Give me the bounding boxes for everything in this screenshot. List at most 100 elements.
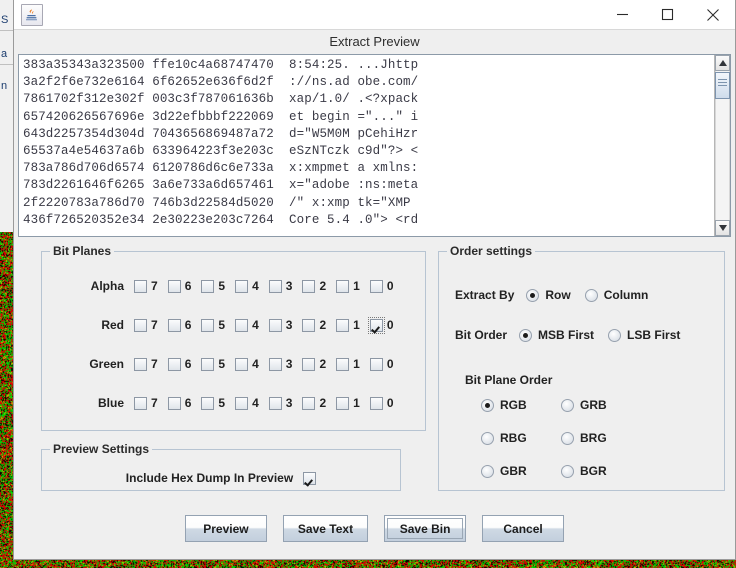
checkbox-alpha-bit-6[interactable] [167,279,181,293]
hex-dump-textarea[interactable]: 383a35343a323500 ffe10c4a68747470 8:54:2… [18,54,731,237]
radio-bit-plane-order-rgb[interactable]: RGB [481,398,561,412]
checkbox-alpha-bit-3[interactable] [268,279,282,293]
checkbox-green-bit-3[interactable] [268,357,282,371]
bit-plane-checkboxes-blue: 7 6 5 4 3 2 1 0 [134,396,394,410]
checkbox-red-bit-0[interactable] [367,316,385,334]
radio-button-bit-plane-order-bgr[interactable] [561,464,574,478]
bit-plane-channel-label-green: Green [89,357,124,371]
scrollbar-thumb[interactable] [715,72,730,99]
bit-plane-cell-green-1: 1 [336,357,360,371]
radio-label-bit-plane-order-rgb: RGB [500,398,527,412]
radio-label-bit-plane-order-brg: BRG [580,431,607,445]
checkbox-blue-bit-3[interactable] [268,396,282,410]
bit-plane-cell-alpha-0: 0 [369,279,394,293]
radio-button-bit-order-msb-first[interactable] [519,328,533,342]
checkbox-red-bit-5[interactable] [201,318,215,332]
save-text-button[interactable]: Save Text [282,515,369,542]
checkbox-green-bit-7[interactable] [134,357,147,371]
bit-number-label-alpha-6: 6 [184,279,192,293]
radio-bit-plane-order-bgr[interactable]: BGR [561,464,641,478]
bit-plane-cell-green-0: 0 [369,357,394,371]
bit-number-label-green-2: 2 [319,357,327,371]
minimize-icon[interactable] [600,0,645,30]
bit-plane-cell-alpha-5: 5 [201,279,225,293]
checkbox-blue-bit-2[interactable] [302,396,316,410]
bit-plane-cell-red-6: 6 [167,318,191,332]
checkbox-alpha-bit-5[interactable] [201,279,215,293]
checkbox-blue-bit-5[interactable] [201,396,215,410]
checkbox-blue-bit-6[interactable] [167,396,181,410]
checkbox-red-bit-3[interactable] [268,318,282,332]
bit-planes-panel: Bit Planes Alpha 7 6 5 4 3 2 1 0 Red 7 6 5 4 3 2 1 0 Green… [41,244,426,431]
scroll-down-icon[interactable] [715,220,730,236]
bit-plane-order-options: RGB GRB RBG BRG GBR BGR [481,398,641,478]
bit-plane-cell-blue-5: 5 [201,396,225,410]
bit-number-label-red-1: 1 [353,318,360,332]
scroll-up-icon[interactable] [715,55,730,71]
radio-bit-plane-order-brg[interactable]: BRG [561,431,641,445]
radio-button-bit-plane-order-gbr[interactable] [481,464,494,478]
checkbox-alpha-bit-1[interactable] [336,279,350,293]
bit-plane-cell-red-5: 5 [201,318,225,332]
radio-bit-plane-order-gbr[interactable]: GBR [481,464,561,478]
radio-button-extract-by-column[interactable] [584,288,598,302]
include-hex-dump-label: Include Hex Dump In Preview [125,471,294,485]
checkbox-alpha-bit-7[interactable] [134,279,147,293]
background-window-fragment-c: n [1,80,8,92]
bit-plane-cell-red-3: 3 [268,318,292,332]
settings-area: Bit Planes Alpha 7 6 5 4 3 2 1 0 Red 7 6 5 4 3 2 1 0 Green… [14,237,735,559]
cancel-button[interactable]: Cancel [482,515,565,542]
checkbox-green-bit-6[interactable] [167,357,181,371]
checkbox-alpha-bit-2[interactable] [302,279,316,293]
checkbox-green-bit-2[interactable] [302,357,316,371]
checkbox-red-bit-6[interactable] [167,318,181,332]
bit-plane-cell-alpha-1: 1 [336,279,360,293]
checkbox-red-bit-1[interactable] [336,318,350,332]
radio-button-bit-plane-order-grb[interactable] [561,398,574,412]
checkbox-blue-bit-0[interactable] [369,396,383,410]
include-hex-dump-checkbox[interactable] [303,471,317,485]
bit-number-label-alpha-4: 4 [252,279,259,293]
checkbox-green-bit-5[interactable] [201,357,215,371]
checkbox-green-bit-0[interactable] [369,357,383,371]
bit-number-label-green-0: 0 [386,357,394,371]
radio-button-bit-plane-order-rgb[interactable] [481,398,494,412]
bit-plane-row-alpha: Alpha 7 6 5 4 3 2 1 0 [42,276,425,296]
close-icon[interactable] [690,0,735,30]
maximize-icon[interactable] [645,0,690,30]
checkbox-red-bit-4[interactable] [235,318,249,332]
bit-plane-row-red: Red 7 6 5 4 3 2 1 0 [42,315,425,335]
radio-bit-order-lsb-first[interactable]: LSB First [608,328,680,342]
checkbox-green-bit-1[interactable] [336,357,350,371]
radio-bit-plane-order-rbg[interactable]: RBG [481,431,561,445]
radio-button-bit-plane-order-rbg[interactable] [481,431,494,445]
preview-button[interactable]: Preview [184,515,267,542]
checkbox-red-bit-7[interactable] [134,318,147,332]
extract-by-label: Extract By [455,288,515,302]
radio-button-bit-plane-order-brg[interactable] [561,431,574,445]
radio-bit-order-msb-first[interactable]: MSB First [519,328,594,342]
radio-button-extract-by-row[interactable] [526,288,540,302]
bit-plane-cell-green-7: 7 [134,357,158,371]
hex-dump-content[interactable]: 383a35343a323500 ffe10c4a68747470 8:54:2… [19,55,714,236]
bit-number-label-red-2: 2 [319,318,327,332]
checkbox-red-bit-2[interactable] [302,318,316,332]
bit-plane-cell-green-3: 3 [268,357,292,371]
checkbox-alpha-bit-4[interactable] [235,279,249,293]
bit-plane-cell-alpha-7: 7 [134,279,158,293]
checkbox-alpha-bit-0[interactable] [369,279,383,293]
save-bin-button[interactable]: Save Bin [384,515,467,542]
preview-settings-legend: Preview Settings [53,442,150,456]
checkbox-blue-bit-4[interactable] [235,396,249,410]
radio-extract-by-row[interactable]: Row [526,288,571,302]
checkbox-blue-bit-1[interactable] [336,396,350,410]
bit-plane-cell-red-0: 0 [367,316,394,334]
radio-button-bit-order-lsb-first[interactable] [608,328,622,342]
hex-dump-scrollbar[interactable] [714,55,730,236]
checkbox-blue-bit-7[interactable] [134,396,147,410]
checkbox-green-bit-4[interactable] [235,357,249,371]
radio-extract-by-column[interactable]: Column [584,288,648,302]
radio-bit-plane-order-grb[interactable]: GRB [561,398,641,412]
bit-plane-row-green: Green 7 6 5 4 3 2 1 0 [42,354,425,374]
radio-label-bit-plane-order-bgr: BGR [580,464,607,478]
